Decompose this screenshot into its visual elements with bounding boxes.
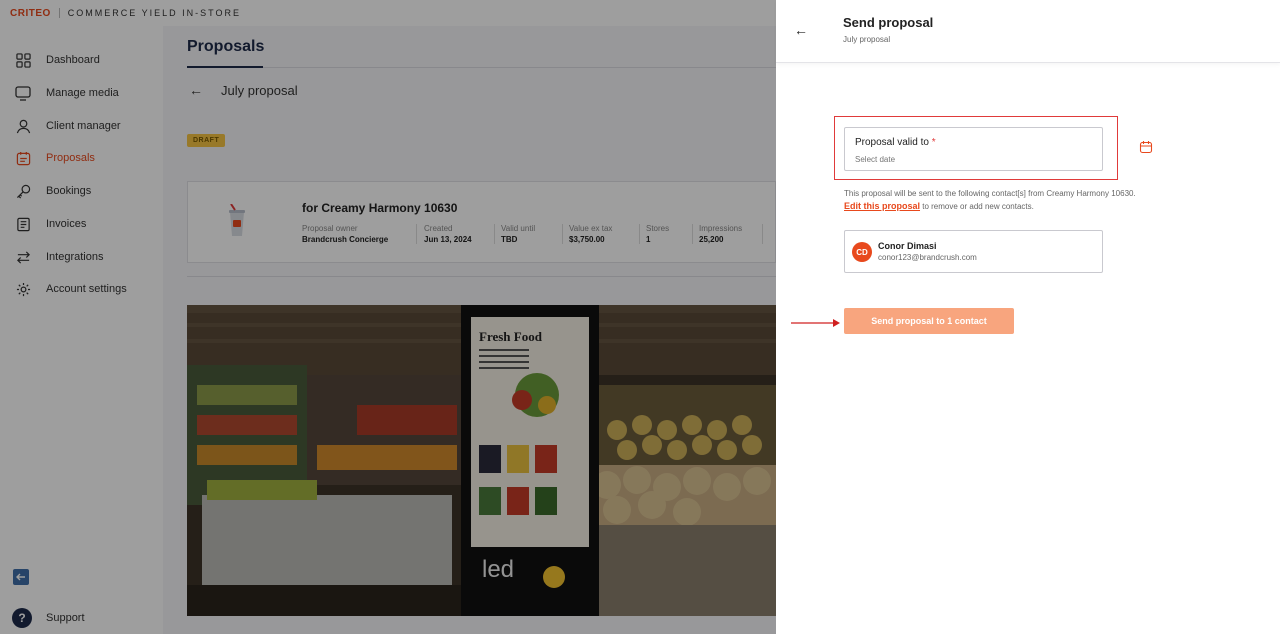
modal-backdrop[interactable] [0,0,776,634]
avatar: CD [852,242,872,262]
edit-proposal-link[interactable]: Edit this proposal [844,201,920,211]
proposal-valid-to-field[interactable]: Proposal valid to * [844,127,1103,171]
edit-info-text: Edit this proposal to remove or add new … [844,201,1034,211]
send-proposal-button[interactable]: Send proposal to 1 contact [844,308,1014,334]
contact-name: Conor Dimasi [878,241,937,251]
calendar-icon[interactable] [1139,140,1153,154]
date-field-label: Proposal valid to * [855,137,936,148]
contacts-info-text: This proposal will be sent to the follow… [844,189,1136,198]
contact-card: CD Conor Dimasi conor123@brandcrush.com [844,230,1103,273]
panel-subtitle: July proposal [843,35,891,44]
send-proposal-panel: ← Send proposal July proposal Proposal v… [776,0,1280,634]
panel-header: ← Send proposal July proposal [776,0,1280,63]
contact-email: conor123@brandcrush.com [878,253,977,262]
back-arrow-icon[interactable]: ← [794,22,808,38]
annotation-arrow-icon [791,319,840,327]
date-input[interactable] [855,155,1055,164]
panel-title: Send proposal [843,15,934,30]
